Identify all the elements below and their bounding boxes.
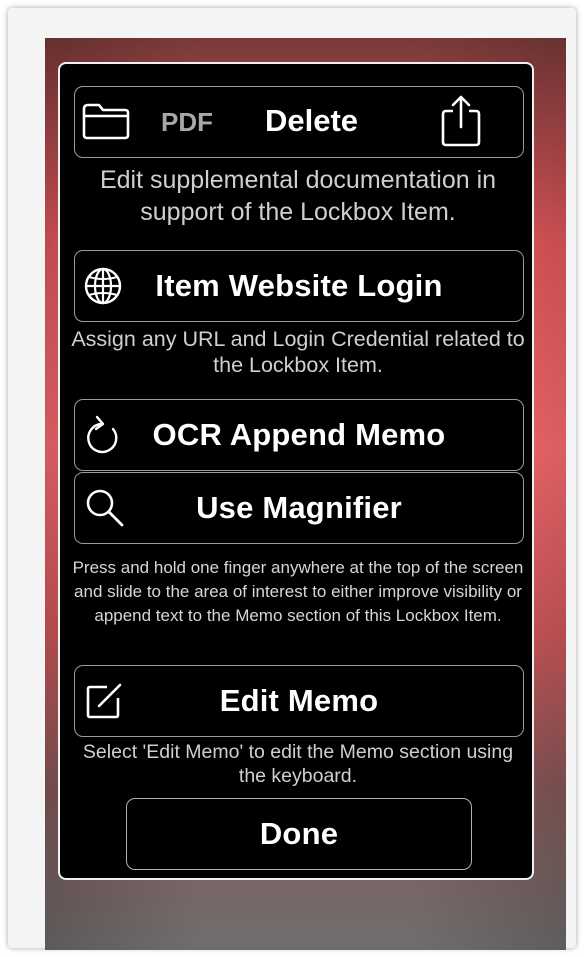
- item-website-login-button[interactable]: Item Website Login: [74, 250, 524, 322]
- website-login-description: Assign any URL and Login Credential rela…: [71, 327, 525, 377]
- document-toolbar: PDF Delete: [74, 86, 524, 158]
- magnifier-description: Press and hold one finger anywhere at th…: [72, 558, 524, 625]
- edit-memo-button[interactable]: Edit Memo: [74, 665, 524, 737]
- edit-icon: [83, 680, 125, 722]
- magnifier-icon: [83, 486, 127, 530]
- item-website-login-label: Item Website Login: [155, 268, 443, 303]
- share-icon[interactable]: [439, 93, 483, 154]
- delete-button[interactable]: Delete: [265, 103, 358, 139]
- refresh-icon: [83, 413, 123, 457]
- done-label: Done: [259, 816, 339, 851]
- folder-icon[interactable]: [81, 101, 131, 146]
- use-magnifier-button[interactable]: Use Magnifier: [74, 472, 524, 544]
- use-magnifier-label: Use Magnifier: [196, 490, 402, 525]
- options-panel: PDF Delete Edit supplemental documentati…: [58, 62, 534, 880]
- edit-memo-label: Edit Memo: [219, 683, 379, 718]
- globe-icon: [83, 266, 123, 306]
- ocr-append-memo-label: OCR Append Memo: [152, 417, 446, 452]
- ocr-append-memo-button[interactable]: OCR Append Memo: [74, 399, 524, 471]
- supplemental-description: Edit supplemental documentation in suppo…: [99, 166, 497, 226]
- done-button[interactable]: Done: [126, 798, 472, 870]
- pdf-button[interactable]: PDF: [161, 107, 213, 138]
- edit-memo-description: Select 'Edit Memo' to edit the Memo sect…: [82, 741, 514, 787]
